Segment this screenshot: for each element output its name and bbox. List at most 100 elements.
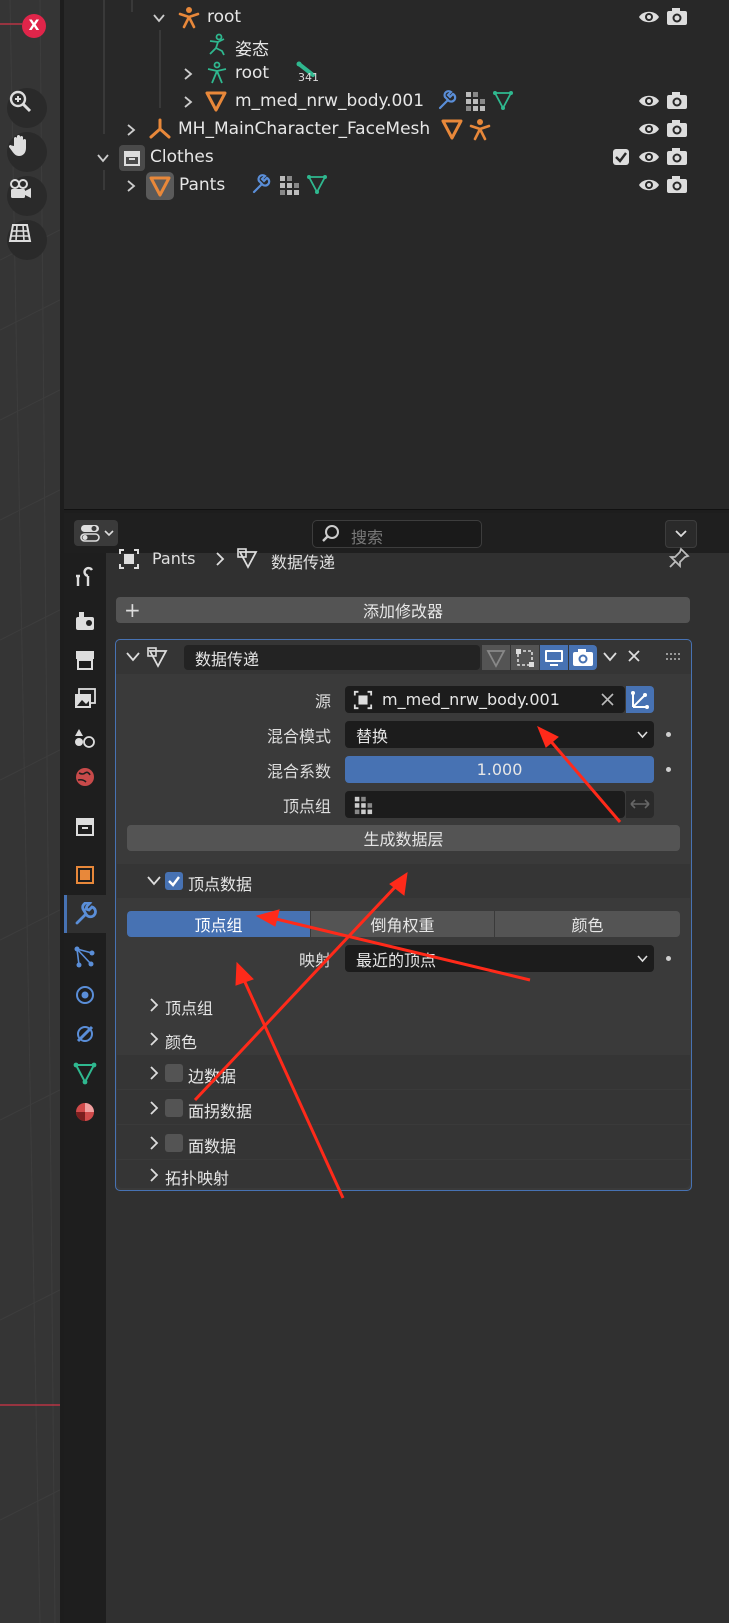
hand-pan-icon[interactable] [7, 132, 47, 172]
chevron-right-icon[interactable] [124, 123, 138, 137]
outliner-panel[interactable]: root 姿态 root 341 m_med_nrw_body.001 MH_M… [64, 0, 729, 510]
search-field[interactable]: 搜索 [312, 520, 482, 548]
vertex-groups-icon[interactable] [464, 90, 486, 112]
chevron-down-icon[interactable] [152, 11, 166, 25]
edit-cage-toggle[interactable] [482, 645, 510, 670]
eye-icon[interactable] [638, 6, 660, 28]
camera-render-icon[interactable] [666, 174, 688, 196]
outliner-row-root-bones[interactable]: root 341 [64, 59, 729, 88]
vertex-groups-icon[interactable] [278, 174, 300, 196]
subpanel-topology-mapping[interactable]: 拓扑映射 [117, 1160, 690, 1188]
tab-vertex-groups[interactable]: 顶点组 [127, 911, 310, 937]
outliner-row-pose[interactable]: 姿态 [64, 31, 729, 60]
eye-icon[interactable] [638, 146, 660, 168]
invert-vertex-group-toggle[interactable] [626, 791, 654, 818]
camera-render-icon[interactable] [666, 146, 688, 168]
render-toggle[interactable] [569, 645, 597, 670]
chevron-right-icon[interactable] [124, 179, 138, 193]
close-icon[interactable]: X [22, 14, 46, 38]
wrench-icon[interactable] [436, 89, 458, 111]
wrench-icon[interactable] [250, 173, 272, 195]
keyframe-dot[interactable] [666, 956, 671, 961]
material-tab-icon[interactable] [70, 1097, 100, 1127]
vertex-group-field[interactable] [345, 791, 625, 818]
drag-handle-icon[interactable] [666, 653, 682, 661]
mix-mode-dropdown[interactable]: 替换 [345, 721, 654, 748]
particles-tab-icon[interactable] [70, 942, 100, 972]
eye-icon[interactable] [638, 118, 660, 140]
keyframe-dot[interactable] [666, 732, 671, 737]
chevron-down-icon[interactable] [96, 151, 110, 165]
vertex-data-header[interactable]: 顶点数据 [117, 864, 690, 898]
properties-editor[interactable]: 搜索 Pants 数据传递 + 添加修改器 数据传递 源 m_med_nrw_b… [64, 513, 729, 1623]
camera-icon[interactable] [7, 176, 47, 216]
chevron-down-icon[interactable] [603, 652, 617, 662]
physics-tab-icon[interactable] [70, 980, 100, 1010]
render-tab-icon[interactable] [70, 606, 100, 636]
object-tab-icon[interactable] [70, 860, 100, 890]
camera-render-icon[interactable] [666, 6, 688, 28]
outliner-row-facemesh[interactable]: MH_MainCharacter_FaceMesh [64, 115, 729, 144]
eye-icon[interactable] [638, 90, 660, 112]
chevron-right-icon[interactable] [181, 95, 195, 109]
eye-icon[interactable] [638, 174, 660, 196]
mapping-dropdown[interactable]: 最近的顶点 [345, 945, 654, 972]
subpanel-label: 顶点组 [165, 999, 214, 1018]
camera-render-icon[interactable] [666, 90, 688, 112]
tab-bevel-weight[interactable]: 倒角权重 [311, 911, 494, 937]
checkbox-checked-icon[interactable] [612, 148, 630, 166]
world-tab-icon[interactable] [70, 762, 100, 792]
tool-tab-icon[interactable] [70, 561, 100, 591]
constraints-tab-icon[interactable] [70, 1019, 100, 1049]
outliner-row-body-mesh[interactable]: m_med_nrw_body.001 [64, 87, 729, 116]
pin-icon[interactable] [668, 547, 690, 569]
object-icon [353, 690, 373, 709]
modifier-tab-active[interactable] [64, 895, 109, 933]
options-dropdown-button[interactable] [665, 520, 697, 548]
add-modifier-button[interactable]: + 添加修改器 [116, 597, 690, 623]
close-icon[interactable] [627, 649, 641, 663]
outliner-row-pants[interactable]: Pants [64, 171, 729, 200]
armature-icon [178, 7, 200, 29]
subpanel-face-corner-data[interactable]: 面拐数据 [117, 1090, 690, 1124]
edge-data-checkbox[interactable] [165, 1064, 183, 1082]
subpanel-color[interactable]: 颜色 [117, 1021, 690, 1055]
checkbox-checked-icon[interactable] [165, 872, 183, 890]
face-corner-checkbox[interactable] [165, 1099, 183, 1117]
clear-icon[interactable] [601, 693, 614, 706]
chevron-down-icon[interactable] [126, 652, 140, 662]
mesh-data-icon[interactable] [306, 173, 328, 195]
modifier-name-field[interactable]: 数据传递 [184, 645, 480, 670]
data-tab-icon[interactable] [70, 1058, 100, 1088]
subpanel-face-data[interactable]: 面数据 [117, 1125, 690, 1159]
3d-viewport[interactable]: X [0, 0, 60, 1623]
subpanel-edge-data[interactable]: 边数据 [117, 1055, 690, 1089]
output-tab-icon[interactable] [70, 645, 100, 675]
outliner-row-label: root [207, 7, 242, 27]
grid-icon[interactable] [7, 220, 47, 260]
source-object-field[interactable]: m_med_nrw_body.001 [345, 686, 625, 713]
collection-tab-icon[interactable] [70, 811, 100, 841]
edit-mode-toggle[interactable] [511, 645, 539, 670]
subpanel-vertex-groups[interactable]: 顶点组 [117, 987, 690, 1021]
mix-factor-slider[interactable]: 1.000 [345, 756, 654, 783]
realtime-toggle[interactable] [540, 645, 568, 670]
scene-tab-icon[interactable] [70, 723, 100, 753]
properties-tabs [64, 553, 109, 1623]
chevron-down-icon[interactable] [147, 876, 161, 886]
object-transform-toggle[interactable] [626, 686, 654, 713]
face-data-checkbox[interactable] [165, 1134, 183, 1152]
chevron-right-icon[interactable] [181, 67, 195, 81]
mesh-data-icon[interactable] [492, 89, 514, 111]
camera-render-icon[interactable] [666, 118, 688, 140]
generate-data-layers-button[interactable]: 生成数据层 [127, 825, 680, 851]
zoom-icon[interactable] [7, 88, 47, 128]
keyframe-dot[interactable] [666, 767, 671, 772]
outliner-row-clothes[interactable]: Clothes [64, 143, 729, 172]
outliner-row-label: m_med_nrw_body.001 [235, 91, 425, 111]
plus-icon: + [124, 598, 141, 622]
editor-type-button[interactable] [74, 520, 118, 546]
view-layer-tab-icon[interactable] [70, 684, 100, 714]
tab-color[interactable]: 颜色 [495, 911, 680, 937]
outliner-row-root-armature[interactable]: root [64, 3, 729, 32]
